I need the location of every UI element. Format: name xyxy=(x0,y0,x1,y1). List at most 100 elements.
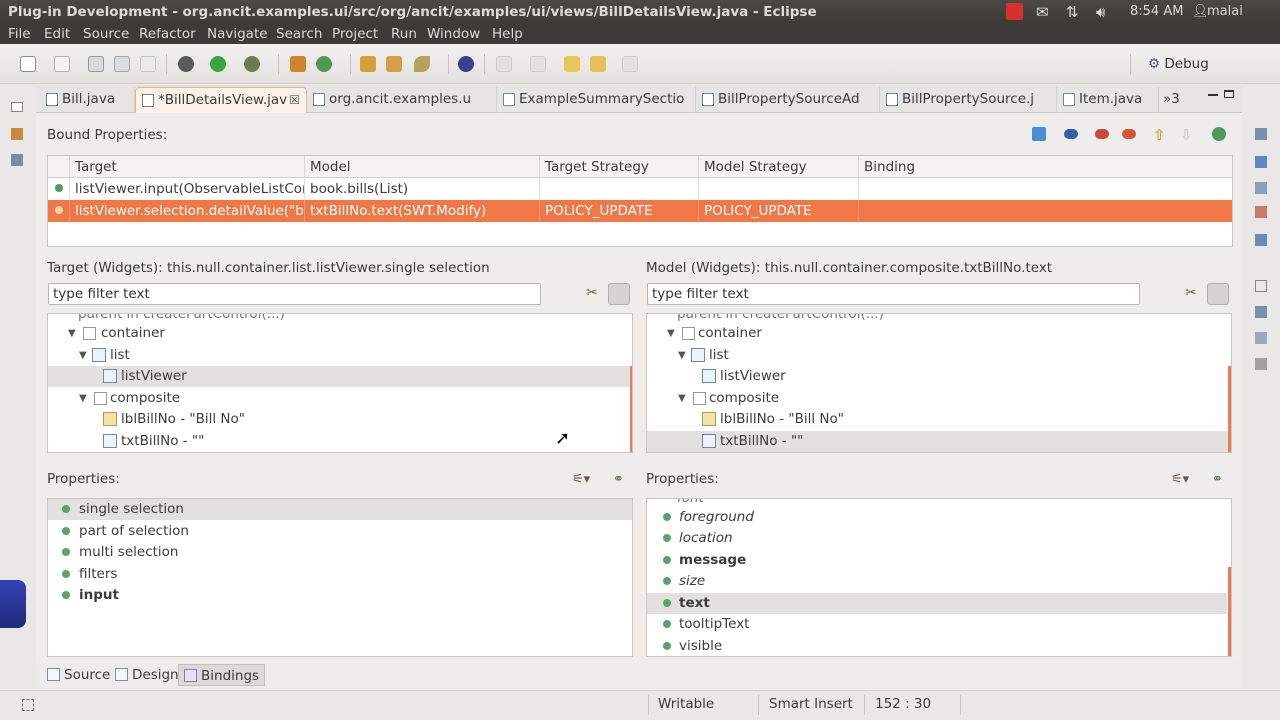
minimize-icon[interactable] xyxy=(1208,94,1218,96)
model-properties-list[interactable]: font foreground location message size te… xyxy=(646,498,1232,657)
properties-menu-icon[interactable]: ⚟▾ xyxy=(572,472,590,487)
bound-properties-table[interactable]: Target Model Target Strategy Model Strat… xyxy=(47,155,1233,247)
package-explorer-icon[interactable] xyxy=(11,128,23,140)
external-tools-icon[interactable] xyxy=(244,56,260,72)
property-input[interactable]: input xyxy=(62,585,119,606)
forward-icon[interactable] xyxy=(622,56,638,72)
property-message[interactable]: message xyxy=(663,550,746,571)
tree-node-container[interactable]: ▼ container xyxy=(68,323,568,344)
open-type-icon[interactable] xyxy=(360,56,376,72)
save-all-icon[interactable] xyxy=(114,56,130,72)
debug-perspective-button[interactable]: ⚙︎ Debug xyxy=(1142,52,1215,76)
model-widgets-tree[interactable]: parent in createPartControl(...) ▼ conta… xyxy=(646,313,1232,453)
new-class-icon[interactable] xyxy=(316,56,332,72)
property-size[interactable]: size xyxy=(663,571,705,592)
clear-filter-icon[interactable] xyxy=(552,283,574,305)
maximize-icon[interactable] xyxy=(1224,90,1234,98)
scrollbar[interactable] xyxy=(1228,567,1231,656)
record-indicator-icon[interactable] xyxy=(1006,3,1023,20)
add-binding-icon[interactable] xyxy=(1064,129,1078,139)
move-down-icon[interactable]: ⇩ xyxy=(1180,126,1193,144)
property-foreground[interactable]: foreground xyxy=(663,507,754,528)
javadoc-icon[interactable] xyxy=(1255,206,1267,218)
clear-filter-icon[interactable] xyxy=(1151,283,1173,305)
open-task-icon[interactable] xyxy=(386,56,402,72)
tab-example-summary-section[interactable]: ExampleSummarySectio xyxy=(497,87,696,113)
tree-node-listviewer[interactable]: listViewer xyxy=(103,366,503,387)
property-text[interactable]: text xyxy=(663,593,710,614)
perspective-icon[interactable] xyxy=(458,56,474,72)
tab-bill-property-source-adapter[interactable]: BillPropertySourceAd xyxy=(696,87,880,113)
menu-project[interactable]: Project xyxy=(332,24,378,44)
move-up-icon[interactable]: ⇧ xyxy=(1153,126,1166,144)
new-project-icon[interactable] xyxy=(54,56,70,72)
tree-node-text[interactable]: txtBillNo - "" xyxy=(702,431,1102,452)
expand-arrow-icon[interactable]: ▼ xyxy=(68,323,76,344)
property-part-of-selection[interactable]: part of selection xyxy=(62,521,189,542)
tab-bill-details-view[interactable]: *BillDetailsView.jav ☒ xyxy=(135,87,307,113)
expand-arrow-icon[interactable]: ▼ xyxy=(678,388,686,409)
properties-icon[interactable] xyxy=(1255,306,1267,318)
tree-node-text[interactable]: txtBillNo - "" xyxy=(103,431,503,452)
launcher-icon[interactable] xyxy=(0,580,26,628)
column-target[interactable]: Target xyxy=(69,156,304,178)
tabs-overflow-button[interactable]: »3 xyxy=(1159,87,1191,113)
property-filters[interactable]: filters xyxy=(62,564,117,585)
table-row[interactable]: listViewer.input(ObservableListContentPr… xyxy=(48,178,1232,200)
expand-arrow-icon[interactable]: ▼ xyxy=(667,323,675,344)
tree-node-label[interactable]: lblBillNo - "Bill No" xyxy=(103,409,503,430)
status-insert-mode[interactable]: Smart Insert xyxy=(769,691,853,719)
menu-search[interactable]: Search xyxy=(276,24,322,44)
property-single-selection[interactable]: single selection xyxy=(62,499,184,520)
column-target-strategy[interactable]: Target Strategy xyxy=(539,156,698,178)
prev-annotation-icon[interactable] xyxy=(530,56,546,72)
declaration-icon[interactable] xyxy=(1255,234,1267,246)
tab-bill-java[interactable]: Bill.java xyxy=(40,87,135,113)
mail-icon[interactable]: ✉ xyxy=(1036,0,1049,24)
tree-node-container[interactable]: ▼ container xyxy=(667,323,1167,344)
column-model[interactable]: Model xyxy=(304,156,539,178)
outline-icon[interactable] xyxy=(1255,128,1267,140)
menu-run[interactable]: Run xyxy=(391,24,417,44)
tree-node-listviewer[interactable]: listViewer xyxy=(702,366,1102,387)
add-property-icon[interactable]: ⚭ xyxy=(1212,472,1223,487)
search-view-icon[interactable] xyxy=(1255,332,1267,344)
menu-window[interactable]: Window xyxy=(427,24,480,44)
delete-all-bindings-icon[interactable] xyxy=(1122,129,1136,139)
tree-node-composite[interactable]: ▼ composite xyxy=(678,388,1078,409)
new-icon[interactable] xyxy=(20,56,36,72)
menu-navigate[interactable]: Navigate xyxy=(207,24,268,44)
back-icon[interactable] xyxy=(590,56,606,72)
fast-view-icon[interactable] xyxy=(22,699,34,711)
last-edit-icon[interactable] xyxy=(564,56,580,72)
delete-binding-icon[interactable] xyxy=(1095,129,1109,139)
tree-node-label[interactable]: lblBillNo - "Bill No" xyxy=(702,409,1102,430)
property-location[interactable]: location xyxy=(663,528,733,549)
column-binding[interactable]: Binding xyxy=(858,156,1232,178)
filter-options-icon[interactable]: ✂︎ xyxy=(582,283,604,305)
new-java-project-icon[interactable] xyxy=(290,56,306,72)
menu-refactor[interactable]: Refactor xyxy=(139,24,196,44)
collapse-all-icon[interactable] xyxy=(1207,283,1229,305)
model-filter-input[interactable]: type filter text xyxy=(647,283,1140,305)
print-icon[interactable] xyxy=(140,56,156,72)
refresh-icon[interactable] xyxy=(1032,127,1046,141)
tab-source[interactable]: Source xyxy=(42,664,115,686)
debug-icon[interactable] xyxy=(178,56,194,72)
user-name[interactable]: malai xyxy=(1207,0,1243,24)
menu-edit[interactable]: Edit xyxy=(44,24,70,44)
close-tab-icon[interactable]: ☒ xyxy=(289,88,300,112)
properties-menu-icon[interactable]: ⚟▾ xyxy=(1171,472,1189,487)
progress-icon[interactable] xyxy=(1255,358,1267,370)
tree-node-list[interactable]: ▼ list xyxy=(678,345,1078,366)
menu-help[interactable]: Help xyxy=(492,24,523,44)
problems-icon[interactable] xyxy=(1255,182,1267,194)
scrollbar[interactable] xyxy=(630,366,632,452)
property-visible[interactable]: visible xyxy=(663,636,722,656)
task-list-icon[interactable] xyxy=(1255,156,1267,168)
restore-icon[interactable] xyxy=(11,102,23,112)
menu-file[interactable]: File xyxy=(8,24,31,44)
property-tooltip-text[interactable]: tooltipText xyxy=(663,614,749,635)
scrollbar[interactable] xyxy=(1228,366,1231,452)
console-icon[interactable] xyxy=(1255,280,1267,292)
